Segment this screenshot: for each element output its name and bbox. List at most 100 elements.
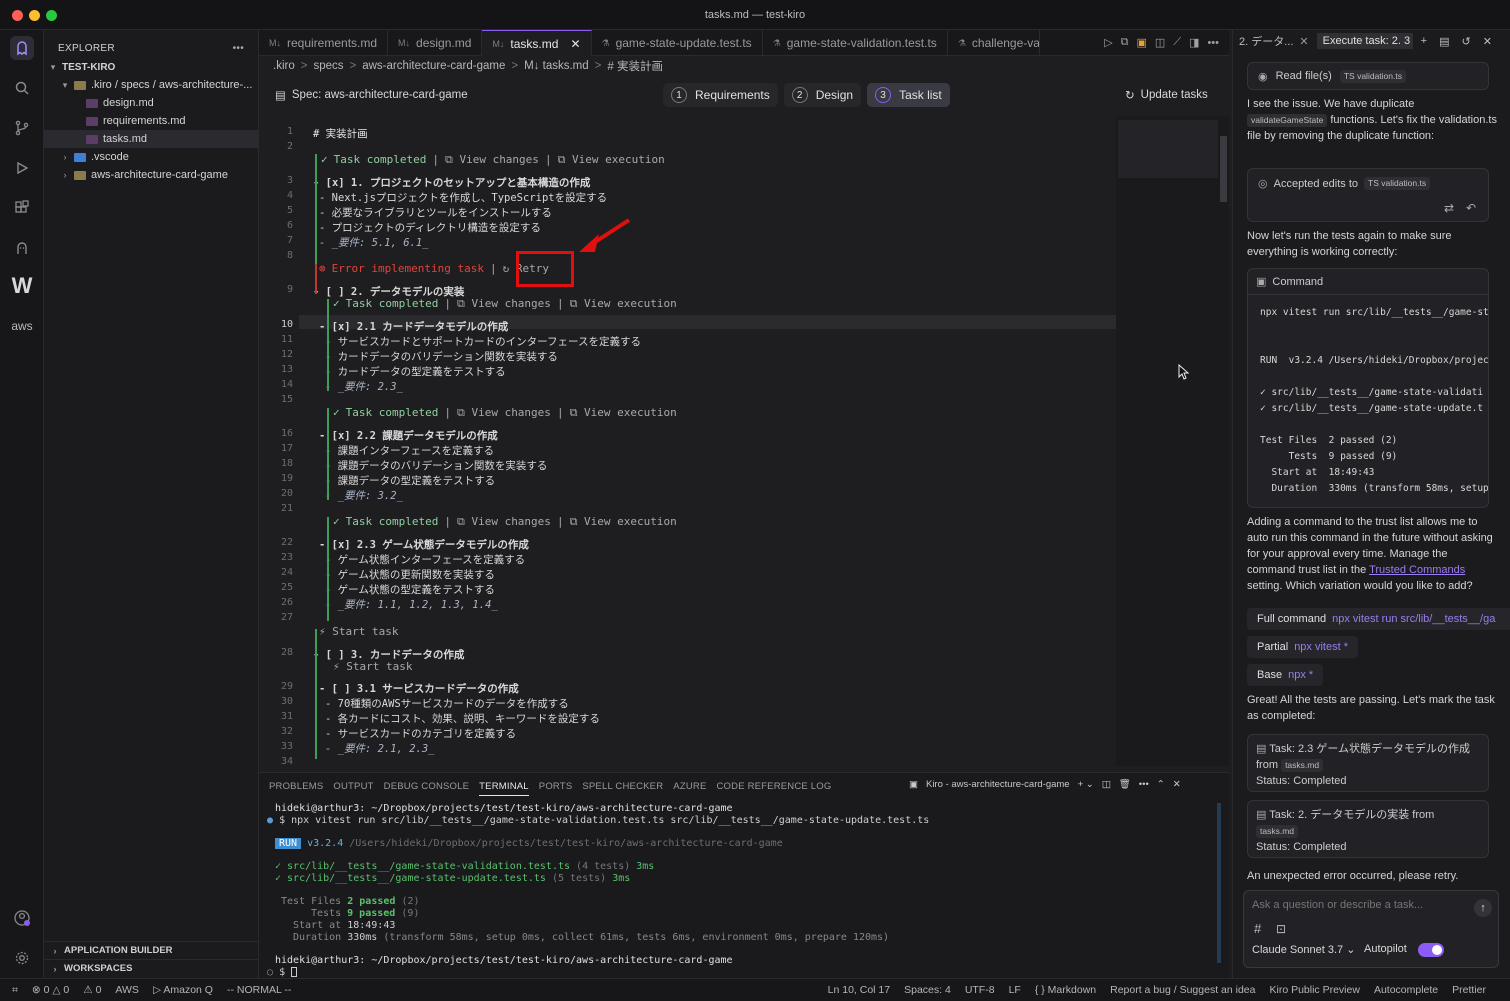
panel-tab-output[interactable]: OUTPUT <box>333 781 373 796</box>
close-panel-icon[interactable]: ✕ <box>1173 779 1181 790</box>
breadcrumb-item[interactable]: specs <box>313 60 343 72</box>
timeline-icon[interactable]: ◫ <box>1155 36 1165 49</box>
panel-tab-azure[interactable]: AZURE <box>673 781 706 796</box>
trusted-commands-link[interactable]: Trusted Commands <box>1369 564 1465 576</box>
tab-tasks-md[interactable]: M↓ tasks.md ✕ <box>482 30 592 56</box>
undo-icon[interactable]: ↶ <box>1466 201 1476 215</box>
account-icon[interactable] <box>10 906 34 930</box>
add-terminal-icon[interactable]: + ⌄ <box>1078 779 1094 790</box>
file-chip[interactable]: TS validation.ts <box>1339 69 1406 83</box>
code-line[interactable]: - _要件: 2.3_ <box>325 379 403 394</box>
history-icon[interactable]: ↺ <box>1461 35 1470 48</box>
kiro-ghost-icon[interactable] <box>10 36 34 60</box>
start-task-link[interactable]: ⚡ Start task <box>319 625 398 638</box>
panel-tab-ports[interactable]: PORTS <box>539 781 573 796</box>
minimap[interactable] <box>1116 116 1229 766</box>
tree-item[interactable]: requirements.md <box>44 112 258 130</box>
breadcrumb-item[interactable]: aws-architecture-card-game <box>362 60 505 72</box>
chat-input[interactable] <box>1252 899 1462 911</box>
code-line[interactable]: - [x] 1. プロジェクトのセットアップと基本構造の作成 <box>313 175 590 190</box>
status-item[interactable]: ▷ Amazon Q <box>153 984 213 996</box>
more-icon[interactable]: ••• <box>1139 779 1149 790</box>
update-tasks-button[interactable]: ↻ Update tasks <box>1125 88 1208 102</box>
code-line[interactable]: - 課題データのバリデーション関数を実装する <box>325 458 547 473</box>
view-execution-link[interactable]: ⧉ View execution <box>570 515 677 528</box>
chart-icon[interactable]: ⟋ <box>1173 36 1181 49</box>
code-line[interactable]: # 実装計画 <box>313 126 368 141</box>
close-tab-icon[interactable]: ✕ <box>570 37 580 51</box>
status-item[interactable]: AWS <box>115 984 139 996</box>
status-item[interactable]: ⊗ 0 △ 0 <box>32 984 69 996</box>
tab-game-state-validation-test-ts[interactable]: ⚗ game-state-validation.test.ts <box>763 30 948 56</box>
panel-tab-debug-console[interactable]: DEBUG CONSOLE <box>384 781 469 796</box>
code-line[interactable]: - 必要なライブラリとツールをインストールする <box>319 205 552 220</box>
explorer-more-button[interactable]: ••• <box>233 43 244 54</box>
search-icon[interactable] <box>10 76 34 100</box>
code-line[interactable]: - _要件: 5.1, 6.1_ <box>319 235 429 250</box>
code-line[interactable]: - _要件: 3.2_ <box>325 488 403 503</box>
workspace-root[interactable]: ▾ TEST-KIRO <box>44 58 258 76</box>
start-task-link[interactable]: ⚡ Start task <box>333 660 412 673</box>
chat-tab-2[interactable]: Execute task: 2. 3 <box>1316 33 1413 49</box>
status-item[interactable]: { } Markdown <box>1035 984 1096 996</box>
tab-design-md[interactable]: M↓ design.md <box>388 30 483 56</box>
code-line[interactable]: - 各カードにコスト、効果、説明、キーワードを設定する <box>325 711 600 726</box>
new-chat-icon[interactable]: + <box>1421 35 1427 47</box>
code-line[interactable]: - _要件: 2.1, 2.3_ <box>325 741 435 756</box>
chevron-up-icon[interactable]: ⌃ <box>1157 779 1165 790</box>
step-requirements[interactable]: 1 Requirements <box>663 83 778 107</box>
split-terminal-icon[interactable]: ◫ <box>1102 779 1111 790</box>
chat-menu-icon[interactable]: ▤ <box>1439 35 1449 48</box>
source-control-icon[interactable] <box>10 116 34 140</box>
extensions-icon[interactable] <box>10 196 34 220</box>
send-icon[interactable]: ↑ <box>1474 899 1492 917</box>
status-item[interactable]: Autocomplete <box>1374 984 1438 996</box>
maximize-window-button[interactable] <box>46 10 57 21</box>
code-line[interactable]: - 課題インターフェースを定義する <box>325 443 494 458</box>
step-task-list[interactable]: 3 Task list <box>867 83 950 107</box>
code-line[interactable]: - 課題データの型定義をテストする <box>325 473 495 488</box>
code-line[interactable]: - サービスカードのカテゴリを定義する <box>325 726 516 741</box>
full-command-option[interactable]: Full command npx vitest run src/lib/__tes… <box>1247 608 1510 630</box>
minimize-window-button[interactable] <box>29 10 40 21</box>
settings-icon[interactable] <box>10 946 34 970</box>
terminal-input[interactable]: ○ $ <box>267 967 298 978</box>
image-icon[interactable]: ⊡ <box>1276 922 1286 936</box>
panel-tab-terminal[interactable]: TERMINAL <box>479 781 529 796</box>
preview-icon[interactable]: ⧉ <box>1121 36 1129 49</box>
status-item[interactable]: Ln 10, Col 17 <box>828 984 890 996</box>
status-item[interactable]: UTF-8 <box>965 984 995 996</box>
kiro-icon[interactable] <box>10 236 34 260</box>
tree-item[interactable]: › aws-architecture-card-game <box>44 166 258 184</box>
application-builder-section[interactable]: › APPLICATION BUILDER <box>44 941 259 959</box>
tree-item[interactable]: ▾ .kiro / specs / aws-architecture-... <box>44 76 258 94</box>
code-line[interactable]: - ゲーム状態インターフェースを定義する <box>325 552 525 567</box>
panel-tab-spell-checker[interactable]: SPELL CHECKER <box>582 781 663 796</box>
workspaces-section[interactable]: › WORKSPACES <box>44 959 259 977</box>
base-command-option[interactable]: Base npx * <box>1247 664 1324 686</box>
status-item[interactable]: LF <box>1009 984 1021 996</box>
view-execution-link[interactable]: ⧉ View execution <box>570 406 677 419</box>
close-icon[interactable]: ✕ <box>1299 35 1308 48</box>
view-changes-link[interactable]: ⧉ View changes <box>457 515 551 528</box>
code-line[interactable]: - Next.jsプロジェクトを作成し、TypeScriptを設定する <box>319 190 607 205</box>
panel-tab-problems[interactable]: PROBLEMS <box>269 781 323 796</box>
view-execution-link[interactable]: ⧉ View execution <box>570 297 677 310</box>
code-line[interactable]: - カードデータのバリデーション関数を実装する <box>325 349 558 364</box>
split-editor-icon[interactable]: ◨ <box>1189 36 1199 49</box>
breadcrumb-item[interactable]: .kiro <box>273 60 295 72</box>
status-item[interactable]: Spaces: 4 <box>904 984 951 996</box>
autopilot-toggle[interactable] <box>1418 943 1444 957</box>
tree-item[interactable]: › .vscode <box>44 148 258 166</box>
model-selector[interactable]: Claude Sonnet 3.7 ⌄ <box>1252 943 1355 956</box>
tab-challenge-val[interactable]: ⚗ challenge-val <box>948 30 1040 56</box>
remote-icon[interactable]: ⌗ <box>12 984 18 997</box>
trash-icon[interactable]: 🗑 <box>1119 779 1131 790</box>
code-editor[interactable]: 1 # 実装計画 2 3- [x] 1. プロジェクトのセットアップと基本構造の作成 4… <box>259 116 1229 767</box>
breadcrumb-item[interactable]: # 実装計画 <box>607 58 663 74</box>
breadcrumb-item[interactable]: M↓ tasks.md <box>524 60 589 72</box>
code-line[interactable]: - _要件: 1.1, 1.2, 1.3, 1.4_ <box>325 597 498 612</box>
code-line[interactable]: - カードデータの型定義をテストする <box>325 364 506 379</box>
view-changes-link[interactable]: ⧉ View changes <box>457 406 551 419</box>
code-line[interactable]: - [ ] 3.1 サービスカードデータの作成 <box>319 681 519 696</box>
